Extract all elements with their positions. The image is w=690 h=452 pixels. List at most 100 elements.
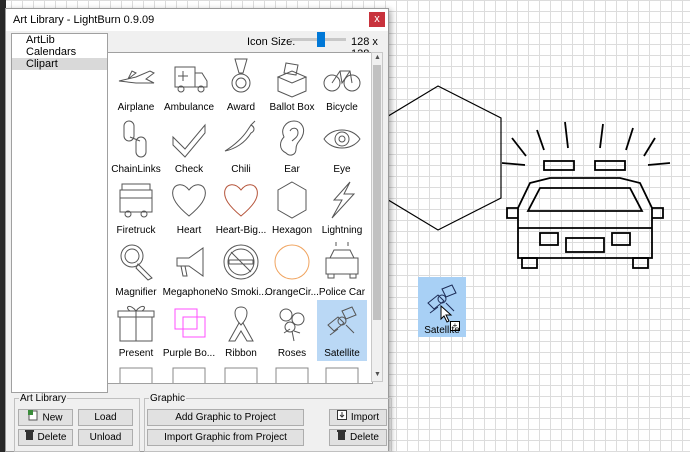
clipart-item-label: Ribbon (225, 348, 257, 359)
art-library-window: Art Library - LightBurn 0.9.09 x ArtLib … (5, 8, 392, 452)
award-icon (231, 58, 251, 93)
clipart-item[interactable]: Megaphone (163, 239, 215, 300)
clipart-item-label: Heart (176, 225, 202, 236)
no-smoking-icon (223, 244, 259, 280)
clipart-item-label: Chili (231, 164, 251, 175)
clipart-item[interactable]: Ballot Box (267, 54, 317, 115)
clipart-item[interactable]: Ambulance (164, 54, 214, 115)
ear-icon (280, 120, 305, 156)
scroll-down-icon[interactable]: ▼ (374, 371, 381, 378)
close-button[interactable]: x (369, 12, 385, 27)
category-calendars[interactable]: Calendars (12, 46, 107, 58)
clipart-item-partial[interactable] (216, 362, 266, 383)
art-library-group: Art Library New Load Delete Unload (14, 393, 140, 452)
clipart-item[interactable]: Roses (267, 300, 317, 361)
clipart-item[interactable]: Airplane (111, 54, 161, 115)
clipart-grid[interactable]: Airplane Ambulance Award Ballot Box Bicycle C… (107, 52, 373, 384)
clipart-item-partial[interactable] (317, 362, 367, 383)
add-graphic-button[interactable]: Add Graphic to Project (147, 409, 304, 426)
police-car-shape (501, 121, 671, 269)
hexagon-shape (384, 85, 502, 231)
clipart-item[interactable]: Eye (317, 116, 367, 177)
import-icon (336, 410, 347, 425)
unload-button[interactable]: Unload (78, 429, 133, 446)
clipart-thumbnail-icon (275, 367, 309, 383)
clipart-item-label: Firetruck (116, 225, 156, 236)
title-bar[interactable]: Art Library - LightBurn 0.9.09 x (6, 9, 388, 31)
clipart-thumbnail-icon (172, 367, 206, 383)
clipart-item[interactable]: Satellite (317, 300, 367, 361)
clipart-thumbnail-icon (224, 367, 258, 383)
category-artlib[interactable]: ArtLib (12, 34, 107, 46)
clipart-item[interactable]: Award (216, 54, 266, 115)
delete-graphic-button[interactable]: Delete (329, 429, 387, 446)
new-button[interactable]: New (18, 409, 73, 426)
clipart-item-label: Heart-Big... (215, 225, 267, 236)
graphic-group: Graphic Add Graphic to Project Import Gr… (144, 393, 392, 452)
icon-size-slider-handle[interactable] (317, 32, 325, 47)
clipart-item-label: Check (174, 164, 204, 175)
trash-icon (337, 430, 347, 445)
satellite-icon (327, 306, 357, 336)
clipart-item-partial[interactable] (164, 362, 214, 383)
clipart-item[interactable]: Hexagon (267, 177, 317, 238)
clipart-item[interactable]: Police Car (317, 239, 367, 300)
clipart-item[interactable]: Ribbon (216, 300, 266, 361)
heart-big-icon (224, 184, 258, 217)
ribbon-icon (228, 306, 254, 342)
chain-links-icon (123, 120, 147, 158)
lightning-icon (331, 181, 356, 219)
clipart-item[interactable]: Heart (164, 177, 214, 238)
clipart-item[interactable]: Lightning (317, 177, 367, 238)
scrollbar-thumb[interactable] (373, 65, 381, 320)
scroll-up-icon[interactable]: ▲ (374, 54, 381, 61)
trash-icon (24, 430, 34, 445)
import-button[interactable]: Import (329, 409, 387, 426)
heart-icon (172, 184, 206, 217)
clipart-item-label: Ambulance (163, 102, 215, 113)
clipart-item-label: Lightning (321, 225, 363, 236)
delete-library-button[interactable]: Delete (18, 429, 73, 446)
clipart-item-label: Magnifier (115, 287, 157, 298)
clipart-item-label: Award (226, 102, 256, 113)
airplane-icon (118, 70, 155, 84)
chili-icon (224, 120, 256, 152)
ambulance-icon (174, 66, 208, 93)
clipart-item[interactable]: Heart-Big... (216, 177, 266, 238)
category-clipart[interactable]: Clipart (12, 58, 107, 70)
clipart-item-label: Purple Bo... (162, 348, 216, 359)
clipart-thumbnail-icon (119, 367, 153, 383)
clipart-item[interactable]: OrangeCir... (265, 239, 319, 300)
clipart-item-partial[interactable] (267, 362, 317, 383)
ballot-box-icon (276, 62, 308, 98)
magnifier-icon (120, 244, 153, 281)
roses-icon (279, 308, 305, 342)
check-icon (172, 123, 206, 158)
drag-preview-satellite[interactable]: + Satellite (418, 277, 466, 337)
import-from-project-button[interactable]: Import Graphic from Project (147, 429, 304, 446)
clipart-item[interactable]: Check (164, 116, 214, 177)
clipart-item[interactable]: Magnifier (111, 239, 161, 300)
present-icon (117, 305, 155, 342)
orange-circle-icon (274, 244, 310, 280)
window-title: Art Library - LightBurn 0.9.09 (13, 14, 155, 26)
clipart-item[interactable]: Chili (216, 116, 266, 177)
clipart-item[interactable]: ChainLinks (111, 116, 161, 177)
purple-box-icon (174, 308, 206, 338)
load-button[interactable]: Load (78, 409, 133, 426)
clipart-item[interactable]: Ear (267, 116, 317, 177)
clipart-thumbnail-icon (325, 367, 359, 383)
clipart-item-label: Satellite (324, 348, 360, 359)
category-list[interactable]: ArtLib Calendars Clipart (11, 33, 108, 393)
clipart-item[interactable]: Firetruck (111, 177, 161, 238)
eye-icon (323, 129, 361, 149)
clipart-item[interactable]: No Smoki... (215, 239, 267, 300)
clipart-item-label: Megaphone (162, 287, 216, 298)
clipart-item[interactable]: Bicycle (317, 54, 367, 115)
clipart-item-partial[interactable] (111, 362, 161, 383)
clipart-item[interactable]: Purple Bo... (163, 300, 215, 361)
grid-scrollbar[interactable]: ▲ ▼ (371, 52, 383, 382)
bicycle-icon (323, 70, 361, 92)
clipart-item-label: Bicycle (326, 102, 358, 113)
clipart-item[interactable]: Present (111, 300, 161, 361)
